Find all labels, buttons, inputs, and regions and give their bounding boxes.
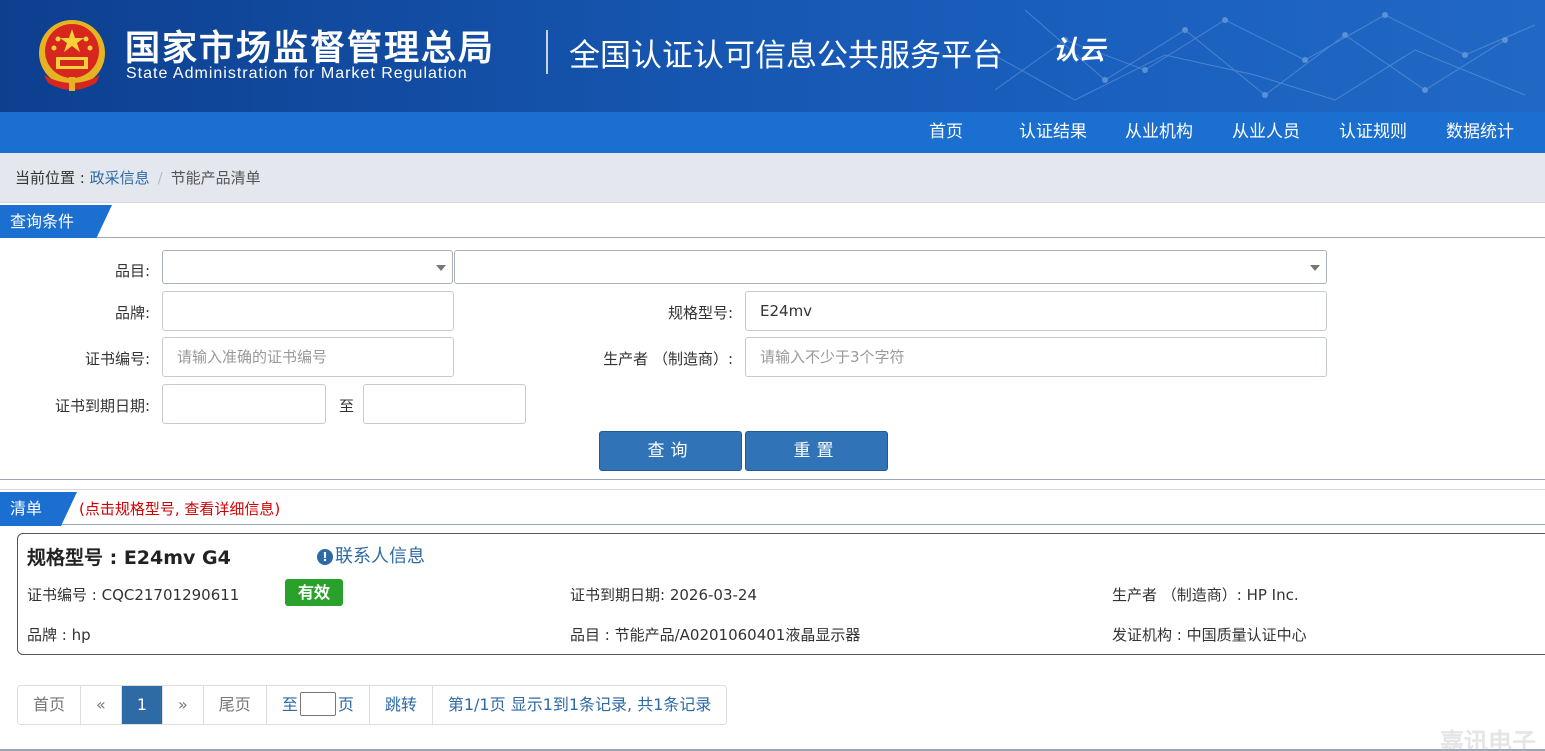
expiry-label: 证书到期日期: — [54, 397, 150, 415]
reset-button[interactable]: 重置 — [745, 431, 888, 471]
page-number-current[interactable]: 1 — [121, 686, 163, 724]
cert-no-value: CQC21701290611 — [101, 586, 240, 604]
main-nav: 首页 认证结果 从业机构 从业人员 认证规则 数据统计 — [0, 112, 1545, 153]
issuer-field: 发证机构 : 中国质量认证中心 — [1112, 624, 1307, 645]
pagination: 首页 « 1 » 尾页 至页 跳转 第1/1页 显示1到1条记录, 共1条记录 — [17, 685, 728, 725]
org-name-en: State Administration for Market Regulati… — [126, 65, 468, 82]
subcategory-select[interactable] — [454, 250, 1327, 284]
page-goto-suffix: 页 — [337, 695, 354, 714]
chevron-down-icon — [436, 265, 446, 271]
expiry-from-input[interactable] — [162, 384, 326, 424]
category-value: 节能产品/A0201060401液晶显示器 — [614, 626, 861, 644]
national-emblem-icon — [39, 20, 105, 91]
producer-label: 生产者 （制造商）: — [603, 350, 733, 368]
expiry-field: 证书到期日期: 2026-03-24 — [570, 584, 757, 605]
issuer-value: 中国质量认证中心 — [1186, 626, 1307, 644]
chevron-down-icon — [1310, 265, 1320, 271]
expiry-key: 证书到期日期: — [570, 586, 670, 604]
model-title-value: E24mv G4 — [123, 547, 231, 569]
model-label: 规格型号: — [667, 304, 733, 322]
model-title-link[interactable]: 规格型号 : E24mv G4 — [27, 543, 231, 570]
info-circle-icon: ! — [317, 549, 333, 565]
cert-no-input[interactable]: 请输入准确的证书编号 — [162, 337, 454, 377]
expiry-end-input[interactable] — [363, 384, 526, 424]
expiry-value: 2026-03-24 — [669, 586, 758, 604]
producer-value: HP Inc. — [1246, 586, 1299, 604]
contact-info-link[interactable]: ! 联系人信息 — [317, 542, 425, 568]
list-section-tab: 清单 — [0, 492, 77, 526]
status-badge: 有效 — [285, 579, 343, 606]
page-goto-prefix: 至 — [281, 695, 298, 714]
search-button[interactable]: 查询 — [599, 431, 742, 471]
issuer-key: 发证机构 : — [1112, 626, 1187, 644]
brand-label: 品牌: — [114, 304, 150, 322]
nav-item-cert-results[interactable]: 认证结果 — [1019, 112, 1087, 153]
list-section-note: (点击规格型号, 查看详细信息) — [79, 500, 281, 518]
producer-field: 生产者 （制造商）: HP Inc. — [1112, 584, 1299, 605]
cert-no-placeholder: 请输入准确的证书编号 — [177, 348, 328, 366]
breadcrumb-parent-link[interactable]: 政采信息 — [90, 169, 150, 187]
page-goto-input[interactable] — [299, 692, 336, 716]
query-section-tab: 查询条件 — [0, 205, 112, 239]
nav-item-home[interactable]: 首页 — [929, 112, 963, 153]
brand-field: 品牌 : hp — [27, 624, 91, 645]
breadcrumb-prefix: 当前位置 : — [15, 169, 90, 187]
watermark: 嘉讯电子 — [1440, 728, 1536, 751]
model-input[interactable]: E24mv — [745, 291, 1327, 331]
model-title-label: 规格型号 : — [27, 547, 124, 569]
page-last-button[interactable]: 尾页 — [203, 686, 267, 724]
page-jump-button[interactable]: 跳转 — [369, 686, 433, 724]
page-first-button[interactable]: 首页 — [18, 686, 82, 724]
breadcrumb-separator: / — [157, 169, 163, 187]
header-banner: 国家市场监督管理总局 State Administration for Mark… — [0, 0, 1545, 112]
page-next-button[interactable]: » — [163, 686, 204, 724]
brand-key: 品牌 : — [27, 626, 72, 644]
page-prev-button[interactable]: « — [81, 686, 122, 724]
nav-item-statistics[interactable]: 数据统计 — [1446, 112, 1514, 153]
page-goto: 至页 — [266, 686, 370, 724]
list-section-header: 清单 (点击规格型号, 查看详细信息) — [0, 489, 1545, 525]
category-field: 品目 : 节能产品/A0201060401液晶显示器 — [570, 624, 860, 645]
producer-placeholder: 请输入不少于3个字符 — [760, 348, 905, 366]
producer-key: 生产者 （制造商）: — [1112, 586, 1247, 604]
cert-no-label: 证书编号: — [84, 350, 150, 368]
platform-title: 全国认证认可信息公共服务平台 — [569, 38, 1003, 74]
renyun-logo: 认云 — [1053, 36, 1106, 66]
breadcrumb-bar: 当前位置 : 政采信息 / 节能产品清单 — [0, 153, 1545, 202]
org-name-cn: 国家市场监督管理总局 — [125, 29, 496, 69]
category-select[interactable] — [162, 250, 453, 284]
page-summary: 第1/1页 显示1到1条记录, 共1条记录 — [432, 686, 727, 724]
cert-no-key: 证书编号 : — [27, 586, 102, 604]
brand-value: hp — [71, 626, 91, 644]
nav-item-cert-rules[interactable]: 认证规则 — [1339, 112, 1407, 153]
expiry-to-label: 至 — [338, 397, 354, 415]
nav-item-institutions[interactable]: 从业机构 — [1125, 112, 1193, 153]
brand-input[interactable] — [162, 291, 454, 331]
breadcrumb-current: 节能产品清单 — [170, 169, 261, 187]
query-section-header: 查询条件 — [0, 202, 1545, 238]
category-label: 品目: — [114, 262, 150, 280]
nav-item-personnel[interactable]: 从业人员 — [1232, 112, 1300, 153]
producer-input[interactable]: 请输入不少于3个字符 — [745, 337, 1327, 377]
query-form: 品目: 品牌: 规格型号: E24mv 证书编号: 请输入准确的证书编号 生产者… — [0, 238, 1545, 480]
contact-info-label: 联系人信息 — [335, 546, 425, 567]
cert-no-field: 证书编号 : CQC21701290611 — [27, 584, 239, 605]
breadcrumb: 当前位置 : 政采信息 / 节能产品清单 — [15, 167, 261, 188]
list-item: 规格型号 : E24mv G4 ! 联系人信息 证书编号 : CQC2170129… — [17, 533, 1545, 655]
header-divider — [546, 30, 548, 74]
category-key: 品目 : — [570, 626, 615, 644]
